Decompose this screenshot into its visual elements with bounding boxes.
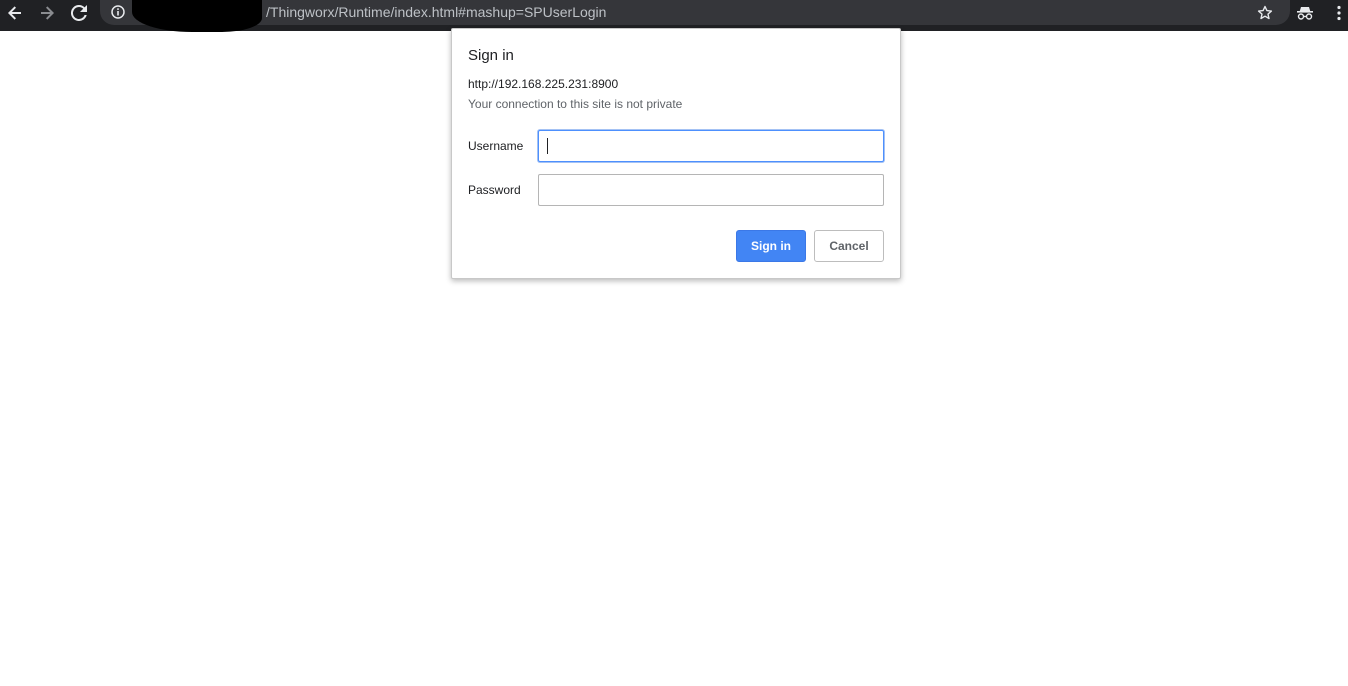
info-icon[interactable]	[111, 5, 125, 19]
kebab-menu-icon	[1337, 5, 1341, 20]
browser-toolbar: /Thingworx/Runtime/index.html#mashup=SPU…	[0, 0, 1348, 32]
username-label: Username	[468, 139, 524, 153]
back-button[interactable]	[0, 0, 30, 25]
password-input[interactable]	[538, 174, 884, 206]
incognito-button[interactable]	[1290, 0, 1320, 25]
reload-button[interactable]	[64, 0, 94, 25]
url-text[interactable]: /Thingworx/Runtime/index.html#mashup=SPU…	[266, 4, 606, 20]
bookmark-button[interactable]	[1250, 0, 1280, 25]
redacted-host-mark	[132, 0, 262, 32]
sign-in-dialog: Sign in http://192.168.225.231:8900 Your…	[451, 28, 901, 279]
sign-in-button[interactable]: Sign in	[736, 230, 806, 262]
cancel-button[interactable]: Cancel	[814, 230, 884, 262]
connection-warning: Your connection to this site is not priv…	[468, 97, 683, 111]
address-bar[interactable]: /Thingworx/Runtime/index.html#mashup=SPU…	[100, 0, 1290, 32]
site-origin: http://192.168.225.231:8900	[468, 77, 619, 91]
incognito-icon	[1297, 6, 1313, 20]
star-icon	[1257, 5, 1273, 19]
back-arrow-icon	[8, 5, 21, 20]
password-label: Password	[468, 183, 521, 197]
forward-arrow-icon	[41, 5, 54, 20]
menu-button[interactable]	[1324, 0, 1348, 25]
text-caret	[547, 138, 548, 154]
username-input[interactable]	[538, 130, 884, 162]
reload-icon	[71, 4, 87, 21]
dialog-title: Sign in	[468, 47, 514, 64]
forward-button[interactable]	[32, 0, 62, 25]
